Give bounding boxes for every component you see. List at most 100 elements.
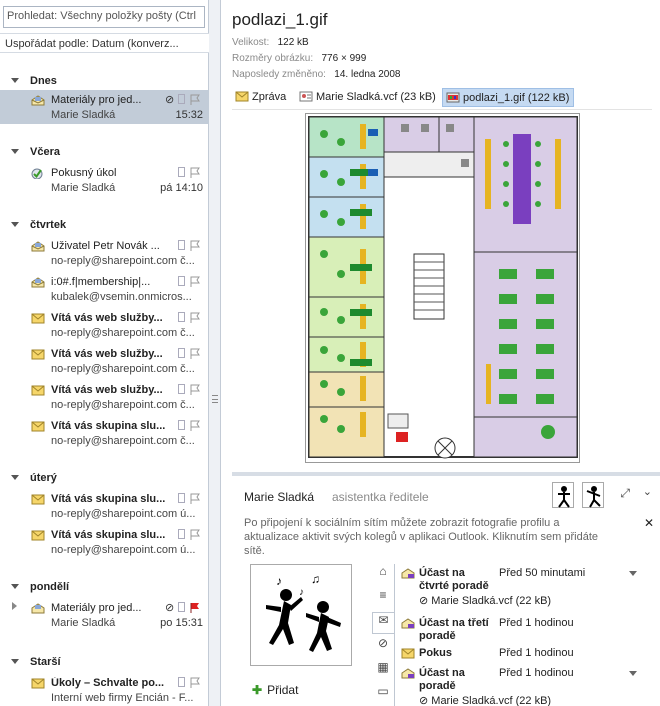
dropdown-icon[interactable] [629, 671, 637, 676]
flag-icon[interactable] [190, 384, 200, 395]
group-header-vcera[interactable]: Včera [0, 141, 209, 163]
calendar-icon[interactable]: ▦ [372, 660, 394, 682]
sort-bar[interactable]: Uspořádat podle: Datum (konverz... [0, 33, 209, 53]
pane-splitter[interactable] [209, 0, 221, 706]
mail-item[interactable]: Vítá vás skupina slu... no-reply@sharepo… [0, 489, 209, 523]
add-network-button[interactable]: ✚ Přidat [252, 683, 298, 697]
mail-subject: no-reply@sharepoint.com ú... [51, 544, 196, 556]
envelope-closed-icon [31, 494, 45, 505]
vcf-attachment[interactable]: Marie Sladká.vcf (23 kB) [296, 88, 440, 107]
mail-item[interactable]: Materiály pro jed... ⊘ Marie Sladká 15:3… [0, 90, 209, 124]
envelope-closed-icon [31, 421, 45, 432]
feed-attachment[interactable]: ⊘ Marie Sladká.vcf (22 kB) [419, 594, 551, 607]
flag-icon[interactable] [190, 312, 200, 323]
group-header-utery[interactable]: úterý [0, 467, 209, 489]
expand-conversation-icon[interactable] [12, 602, 17, 610]
category-icon[interactable] [178, 602, 185, 612]
mail-item[interactable]: Vítá vás skupina slu... no-reply@sharepo… [0, 525, 209, 559]
group-header-dnes[interactable]: Dnes [0, 70, 209, 92]
flag-icon[interactable] [190, 167, 200, 178]
envelope-open-icon [31, 277, 45, 288]
mail-from: Uživatel Petr Novák ... [51, 240, 160, 252]
category-icon[interactable] [178, 348, 185, 358]
mail-item[interactable]: Pokusný úkol Marie Sladká pá 14:10 [0, 163, 209, 197]
flag-icon[interactable] [190, 94, 200, 105]
envelope-icon [235, 91, 249, 102]
contact-name[interactable]: Marie Sladká [244, 490, 314, 504]
meeting-envelope-icon [401, 618, 415, 629]
message-tab[interactable]: Zpráva [232, 88, 290, 107]
flag-icon[interactable] [190, 420, 200, 431]
flag-icon[interactable] [190, 276, 200, 287]
mail-from: Vítá vás web služby... [51, 348, 163, 360]
mail-item[interactable]: Vítá vás web služby... no-reply@sharepoi… [0, 308, 209, 342]
mail-item[interactable]: Úkoly – Schvalte po... Interní web firmy… [0, 673, 209, 706]
mail-item[interactable]: Uživatel Petr Novák ... no-reply@sharepo… [0, 236, 209, 270]
mail-item[interactable]: i:0#.f|membership|... kubalek@vsemin.onm… [0, 272, 209, 306]
flag-icon[interactable] [190, 677, 200, 688]
category-icon[interactable] [178, 240, 185, 250]
mail-subject: no-reply@sharepoint.com č... [51, 435, 195, 447]
collapse-icon[interactable] [11, 149, 19, 154]
paperclip-icon: ⊘ [165, 602, 175, 614]
flag-icon[interactable] [190, 240, 200, 251]
plus-icon: ✚ [252, 683, 263, 697]
mail-time: po 15:31 [160, 617, 203, 629]
collapse-icon[interactable] [11, 584, 19, 589]
attachment-title: podlazi_1.gif [232, 10, 328, 29]
dancers-picture: ♪ ♫ ♪ [266, 572, 341, 652]
category-icon[interactable] [178, 276, 185, 286]
collapse-icon[interactable] [11, 659, 19, 664]
home-icon[interactable]: ⌂ [372, 564, 394, 586]
mail-time: pá 14:10 [160, 182, 203, 194]
mail-from: Vítá vás web služby... [51, 384, 163, 396]
social-info-text[interactable]: Po připojení k sociálním sítím můžete zo… [244, 516, 614, 558]
mail-item[interactable]: Vítá vás web služby... no-reply@sharepoi… [0, 380, 209, 414]
chevron-down-icon[interactable]: ⌄ [643, 485, 652, 498]
mail-item[interactable]: Vítá vás skupina slu... no-reply@sharepo… [0, 416, 209, 450]
mail-item[interactable]: Vítá vás web služby... no-reply@sharepoi… [0, 344, 209, 378]
gif-attachment[interactable]: podlazi_1.gif (122 kB) [442, 88, 575, 107]
flag-red-icon[interactable] [190, 602, 200, 613]
collapse-icon[interactable] [11, 222, 19, 227]
mail-icon[interactable]: ✉ [372, 612, 394, 634]
svg-text:♪: ♪ [276, 574, 282, 588]
flag-icon[interactable] [190, 493, 200, 504]
category-icon[interactable] [178, 312, 185, 322]
search-input[interactable]: Prohledat: Všechny položky pošty (Ctrl [3, 6, 205, 28]
dropdown-icon[interactable] [629, 571, 637, 576]
category-icon[interactable] [178, 529, 185, 539]
contact-thumbnail[interactable] [582, 482, 604, 508]
group-header-starsi[interactable]: Starší [0, 651, 209, 673]
conversation-icon [31, 603, 45, 614]
category-icon[interactable] [178, 167, 185, 177]
mail-item[interactable]: Materiály pro jed... ⊘ Marie Sladká po 1… [0, 598, 209, 632]
category-icon[interactable] [178, 420, 185, 430]
category-icon[interactable] [178, 493, 185, 503]
category-icon[interactable] [178, 94, 185, 104]
feed-attachment[interactable]: ⊘ Marie Sladká.vcf (22 kB) [419, 694, 551, 706]
image-preview[interactable] [305, 113, 580, 463]
grip-icon[interactable] [212, 395, 218, 403]
flag-icon[interactable] [190, 348, 200, 359]
contact-thumbnail[interactable] [552, 482, 574, 508]
flag-icon[interactable] [190, 529, 200, 540]
collapse-icon[interactable] [11, 78, 19, 83]
group-header-ctvrtek[interactable]: čtvrtek [0, 214, 209, 236]
group-header-pondeli[interactable]: pondělí [0, 576, 209, 598]
mail-from: Vítá vás skupina slu... [51, 420, 166, 432]
envelope-closed-icon [31, 678, 45, 689]
category-icon[interactable] [178, 677, 185, 687]
contact-photo: ♪ ♫ ♪ [250, 564, 352, 666]
category-icon[interactable] [178, 384, 185, 394]
close-icon[interactable]: ✕ [644, 516, 654, 530]
envelope-closed-icon [31, 385, 45, 396]
expand-icon[interactable]: ⤢ [620, 486, 630, 501]
vcard-icon [299, 91, 313, 102]
mail-from: Vítá vás skupina slu... [51, 529, 166, 541]
attachment-icon[interactable]: ⊘ [372, 636, 394, 658]
envelope-open-icon [31, 241, 45, 252]
status-updates-icon[interactable]: ▭ [372, 684, 394, 706]
collapse-icon[interactable] [11, 475, 19, 480]
activity-list-icon[interactable]: ≡ [372, 588, 394, 610]
